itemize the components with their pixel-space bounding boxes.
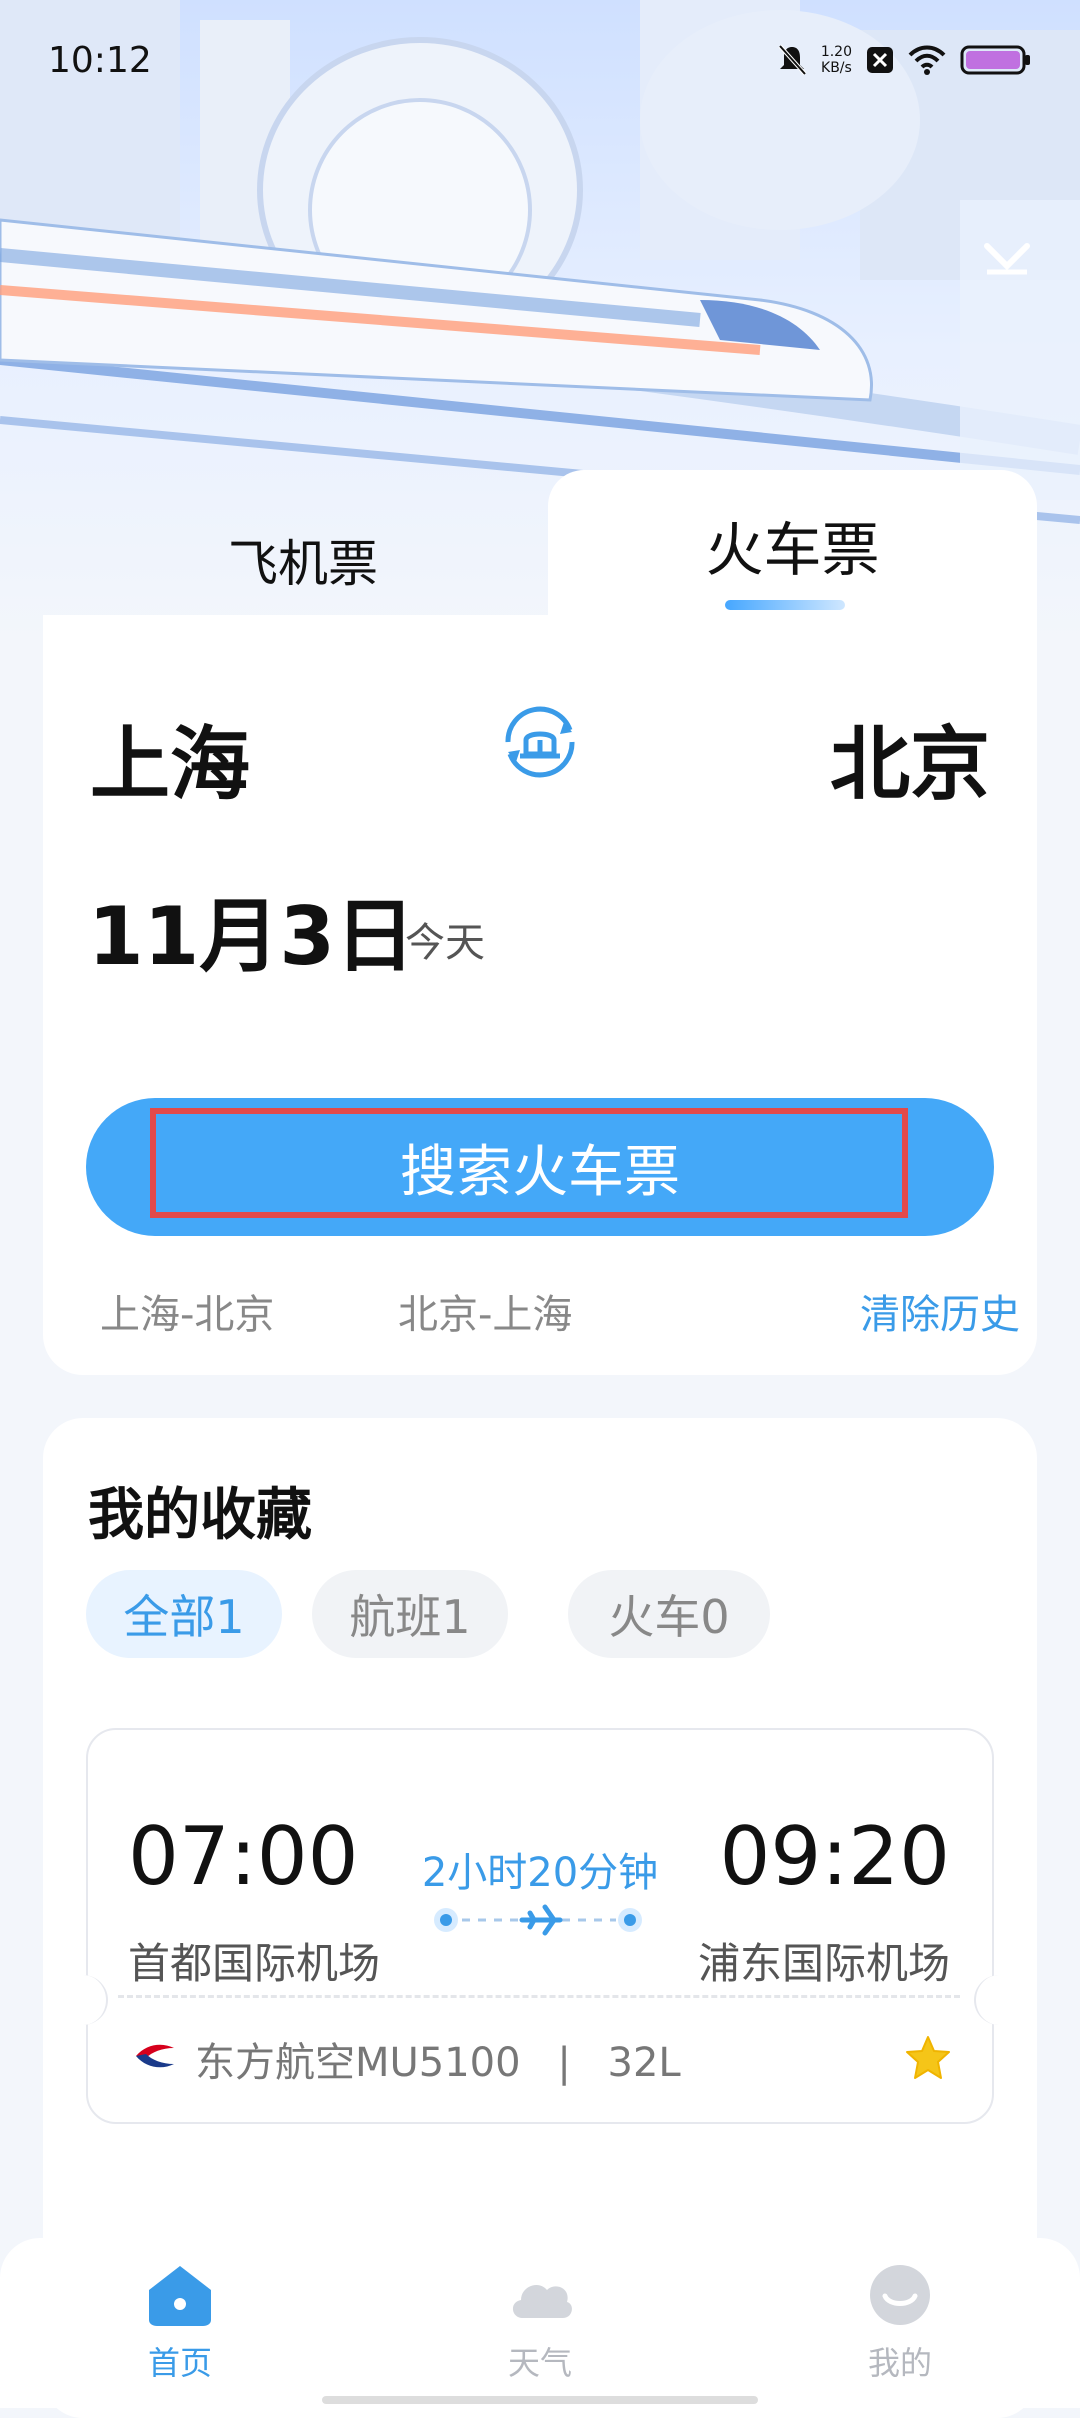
tab-train[interactable]: 火车票	[548, 470, 1037, 620]
favorites-title: 我的收藏	[88, 1483, 312, 1548]
net-speed-value: 1.20	[820, 44, 852, 60]
net-speed-unit: KB/s	[821, 60, 852, 76]
departure-time: 07:00	[128, 1810, 359, 1903]
nav-home-label: 首页	[147, 2344, 212, 2382]
status-icons: 1.20 KB/s	[777, 43, 1032, 77]
filter-trains[interactable]: 火车0	[568, 1570, 770, 1658]
status-time: 10:12	[48, 39, 152, 81]
history-item[interactable]: 上海-北京	[100, 1282, 274, 1340]
arrival-airport: 浦东国际机场	[697, 1939, 950, 1988]
ticket-tabs: 飞机票 火车票	[43, 470, 1037, 620]
ticket-divider	[118, 1995, 960, 1998]
filter-flights[interactable]: 航班1	[312, 1570, 508, 1658]
active-tab-indicator	[725, 600, 845, 610]
clear-history-button[interactable]: 清除历史	[860, 1282, 1020, 1340]
nav-profile-label: 我的	[867, 2344, 932, 2382]
mute-bell-icon	[778, 44, 807, 76]
star-icon[interactable]	[904, 2034, 952, 2082]
departure-airport: 首都国际机场	[128, 1939, 381, 1988]
search-button-label: 搜索火车票	[400, 1139, 680, 1205]
status-bar: 10:12 1.20 KB/s	[0, 0, 1080, 120]
net-speed: 1.20 KB/s	[821, 44, 852, 76]
arrival-city[interactable]: 北京	[830, 700, 990, 816]
airline-flight-info: 东方航空MU5100 | 32L	[195, 2030, 681, 2088]
nav-weather[interactable]: 天气	[470, 2262, 610, 2384]
history-item[interactable]: 北京-上海	[398, 1282, 572, 1340]
home-indicator[interactable]	[322, 2396, 758, 2404]
nav-profile[interactable]: 我的	[830, 2262, 970, 2384]
route-line-icon	[434, 1904, 642, 1936]
date-note: 今天	[405, 920, 485, 966]
wifi-icon	[908, 45, 946, 75]
airline-flight-number: 东方航空MU5100	[195, 2040, 521, 2086]
filter-all[interactable]: 全部1	[86, 1570, 282, 1658]
info-separator: |	[557, 2040, 571, 2086]
profile-icon	[870, 2265, 930, 2325]
search-train-button[interactable]: 搜索火车票	[86, 1098, 994, 1236]
arrival-time: 09:20	[719, 1810, 950, 1903]
swap-stations-icon[interactable]	[492, 694, 588, 790]
nav-weather-label: 天气	[507, 2344, 572, 2382]
chevron-down-icon[interactable]	[982, 238, 1032, 278]
departure-city[interactable]: 上海	[90, 700, 250, 816]
flight-duration: 2小时20分钟	[421, 1850, 659, 1896]
china-eastern-logo-icon	[136, 2044, 174, 2068]
battery-icon	[960, 45, 1030, 75]
travel-date[interactable]: 11月3日	[88, 872, 415, 988]
nav-home[interactable]: 首页	[110, 2262, 250, 2384]
aircraft-type: 32L	[607, 2040, 681, 2086]
tab-flight[interactable]: 飞机票	[43, 500, 563, 620]
cloud-icon	[512, 2285, 572, 2318]
home-icon	[149, 2266, 211, 2326]
close-box-icon	[867, 47, 893, 73]
